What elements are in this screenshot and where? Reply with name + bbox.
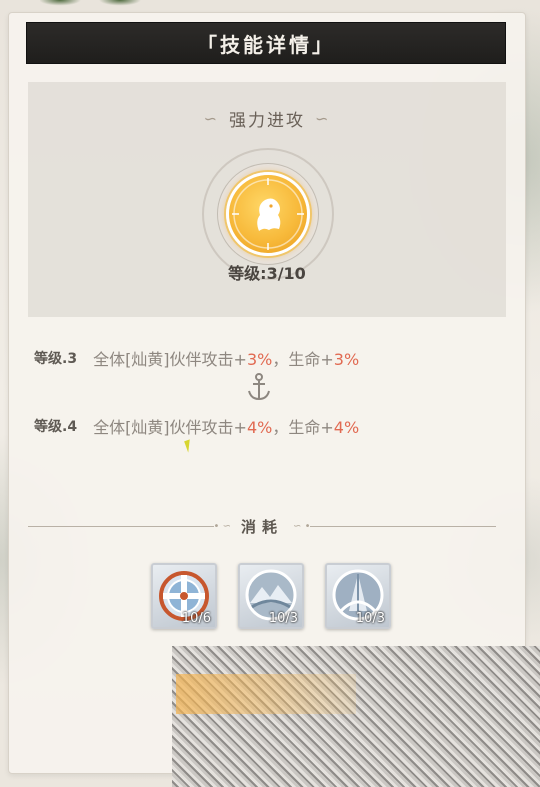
cost-section-label: 消耗 <box>241 517 284 536</box>
effect-level-label: 等级.4 <box>34 419 78 435</box>
effect-description: 全体[灿黄]伙伴攻击+3%，生命+3% <box>93 350 360 369</box>
skill-name: 强力进攻 <box>229 111 305 131</box>
hatchling-skill-icon[interactable] <box>226 172 310 256</box>
pixelated-overlay-highlight <box>176 674 356 714</box>
left-swirl-icon: ∽ <box>203 109 219 128</box>
right-swirl-icon: ∽ <box>315 109 331 128</box>
effect-row-level-3: 等级.3 全体[灿黄]伙伴攻击+3%，生命+3% <box>34 346 359 370</box>
anchor-icon <box>248 373 270 401</box>
pixelated-overlay <box>172 646 540 787</box>
skill-name-row: ∽ 强力进攻 ∽ <box>28 106 506 131</box>
panel-title: 「技能详情」 <box>26 22 506 64</box>
cost-item-snowy-mountain[interactable]: 10/3 <box>238 563 304 629</box>
cost-count: 10/3 <box>355 611 385 626</box>
effect-row-level-4: 等级.4 全体[灿黄]伙伴攻击+4%，生命+4% <box>34 414 359 438</box>
divider-dot-icon: • ∽ <box>213 520 231 532</box>
cost-divider: • ∽ 消耗 ∽ • <box>28 516 497 536</box>
effect-level-label: 等级.3 <box>34 351 78 367</box>
cost-item-cross-shield[interactable]: 10/6 <box>151 563 217 629</box>
divider-dot-icon: ∽ • <box>293 520 311 532</box>
cost-item-tower-spire[interactable]: 10/3 <box>325 563 391 629</box>
effect-description: 全体[灿黄]伙伴攻击+4%，生命+4% <box>93 418 360 437</box>
skill-showcase: ∽ 强力进攻 ∽ 等级:3/10 <box>28 82 506 317</box>
foliage-decoration <box>40 0 160 10</box>
skill-level: 等级:3/10 <box>228 264 306 283</box>
cost-count: 10/3 <box>268 611 298 626</box>
cost-count: 10/6 <box>181 611 211 626</box>
